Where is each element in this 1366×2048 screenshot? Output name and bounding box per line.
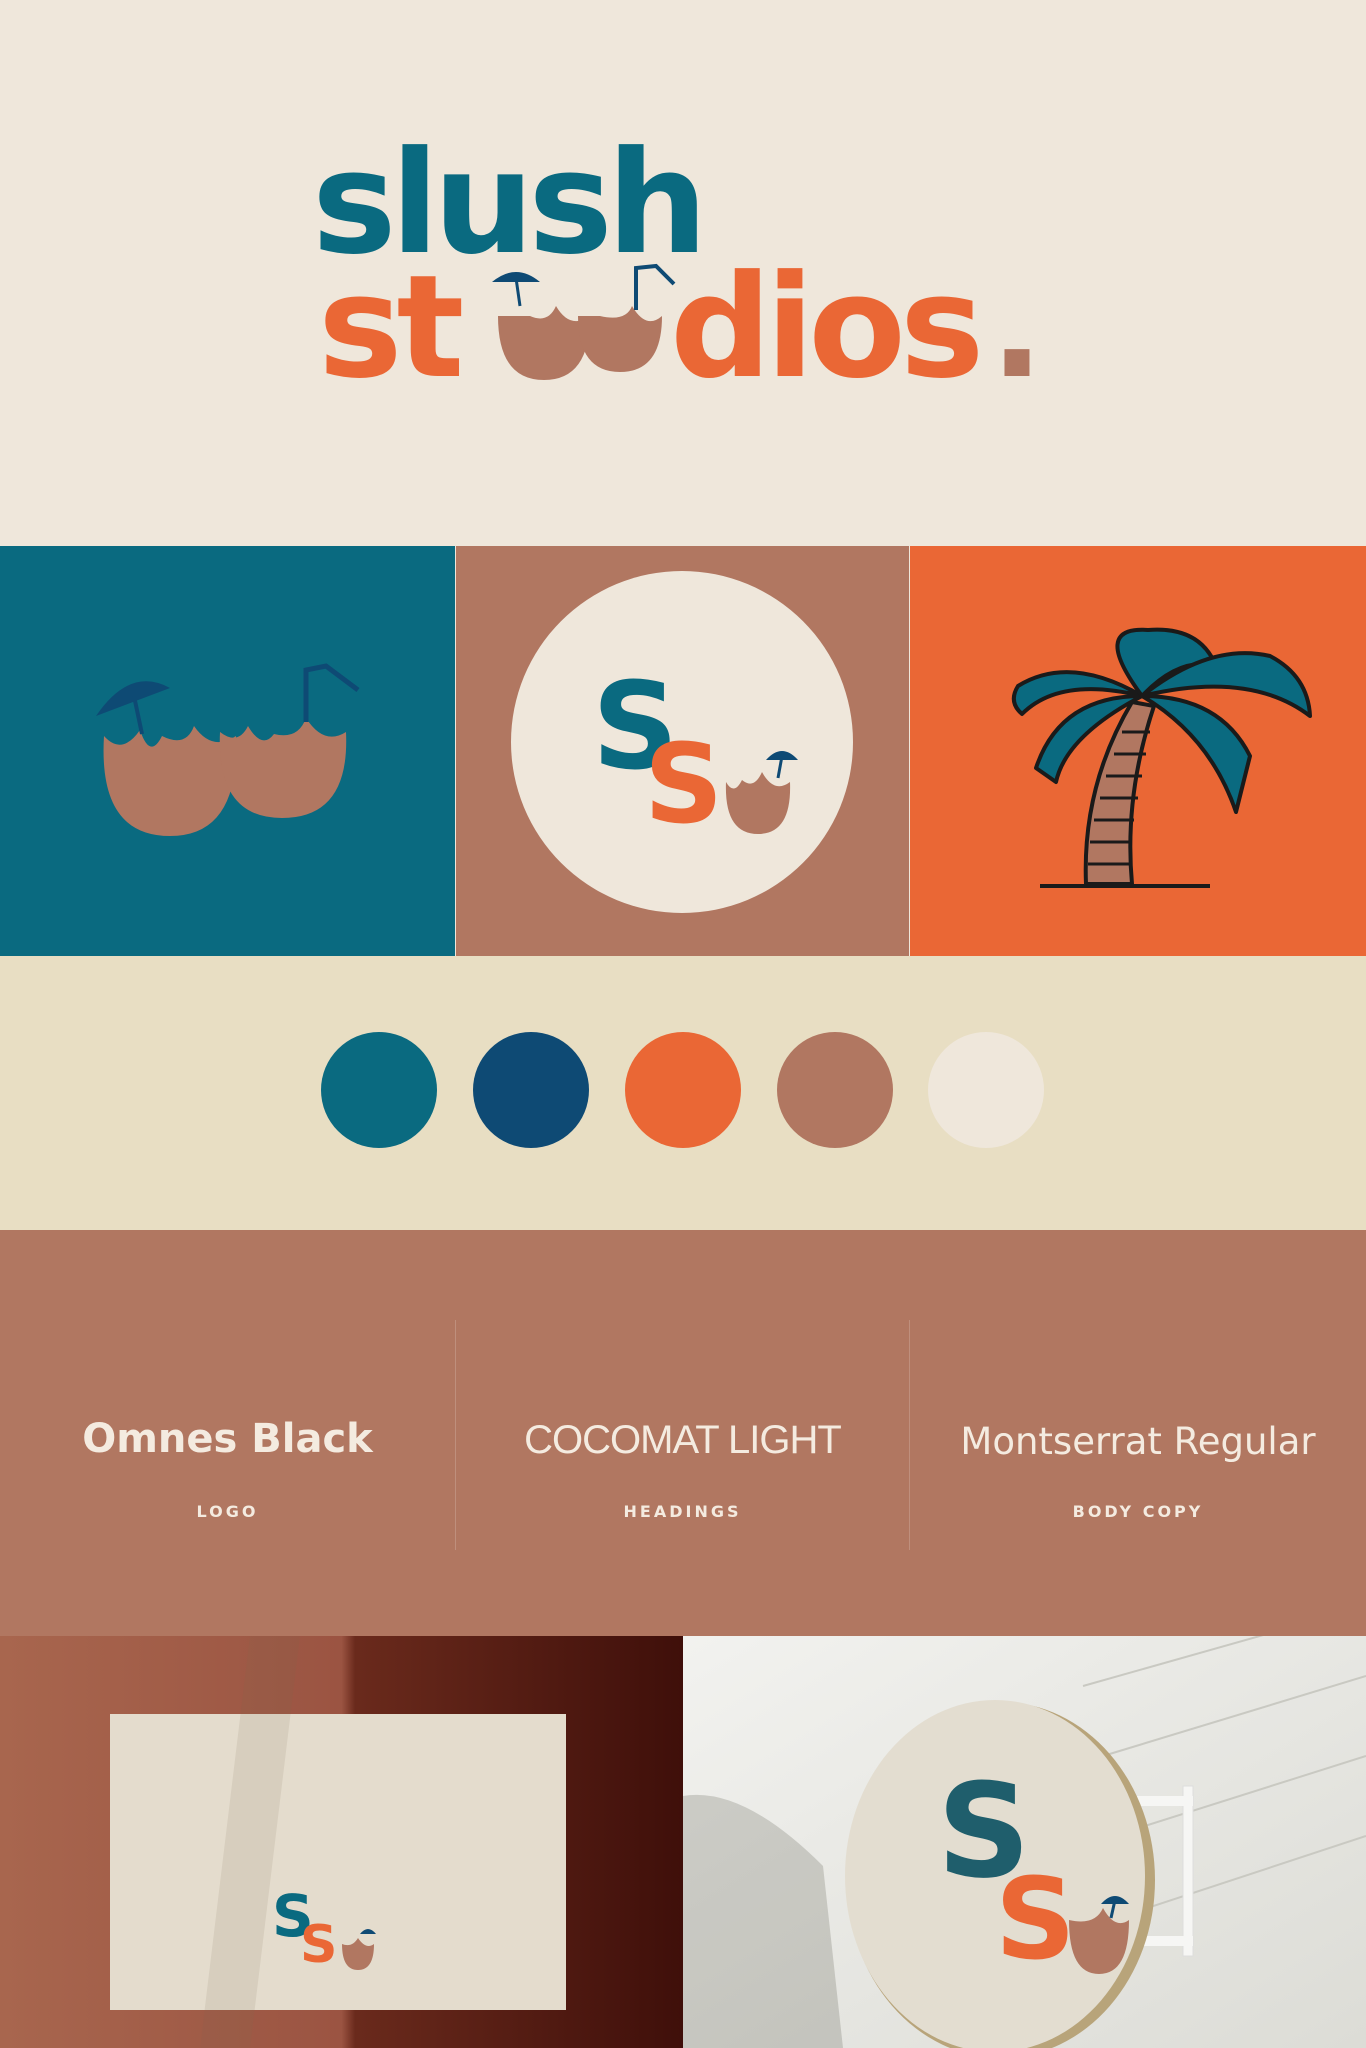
ss-monogram-icon: S S	[511, 571, 853, 913]
font-role-body: BODY COPY	[1072, 1502, 1204, 1521]
type-col-logo: Omnes Black LOGO	[0, 1320, 455, 1550]
mockups-section: S S S S	[0, 1636, 1366, 2048]
swatch-cream	[928, 1032, 1044, 1148]
hanging-sign-mockup: S S	[683, 1636, 1366, 2048]
svg-text:S: S	[995, 1855, 1076, 1985]
palm-tree-icon	[1011, 627, 1312, 888]
typography-section: Omnes Black LOGO COCOMAT LIGHT HEADINGS …	[0, 1230, 1366, 1636]
coconut-drinks-tile	[0, 546, 455, 956]
font-role-headings: HEADINGS	[623, 1502, 742, 1521]
swatch-orange	[625, 1032, 741, 1148]
font-sample-headings: COCOMAT LIGHT	[524, 1418, 842, 1462]
color-palette-section	[0, 956, 1366, 1230]
slush-studios-wordmark: slush st dios .	[312, 121, 1044, 410]
type-col-headings: COCOMAT LIGHT HEADINGS	[456, 1320, 909, 1550]
wordmark-line2-start: st	[318, 245, 462, 410]
svg-text:S: S	[300, 1915, 337, 1975]
wordmark-line2-end: dios	[670, 245, 978, 410]
font-sample-logo: Omnes Black	[82, 1416, 373, 1462]
logo-section: slush st dios .	[0, 0, 1366, 546]
swatch-teal	[321, 1032, 437, 1148]
font-role-logo: LOGO	[196, 1502, 259, 1521]
type-col-body: Montserrat Regular BODY COPY	[910, 1320, 1366, 1550]
palm-tree-tile	[910, 546, 1366, 956]
svg-text:S: S	[644, 720, 719, 848]
swatch-clay	[777, 1032, 893, 1148]
coconut-drinks-icon	[96, 663, 360, 836]
wordmark-period: .	[990, 245, 1038, 410]
font-sample-body: Montserrat Regular	[960, 1420, 1316, 1463]
monogram-badge-tile: S S	[456, 546, 909, 956]
swatch-navy	[473, 1032, 589, 1148]
business-card-mockup: S S	[0, 1636, 683, 2048]
icon-tiles-section: S S	[0, 546, 1366, 956]
